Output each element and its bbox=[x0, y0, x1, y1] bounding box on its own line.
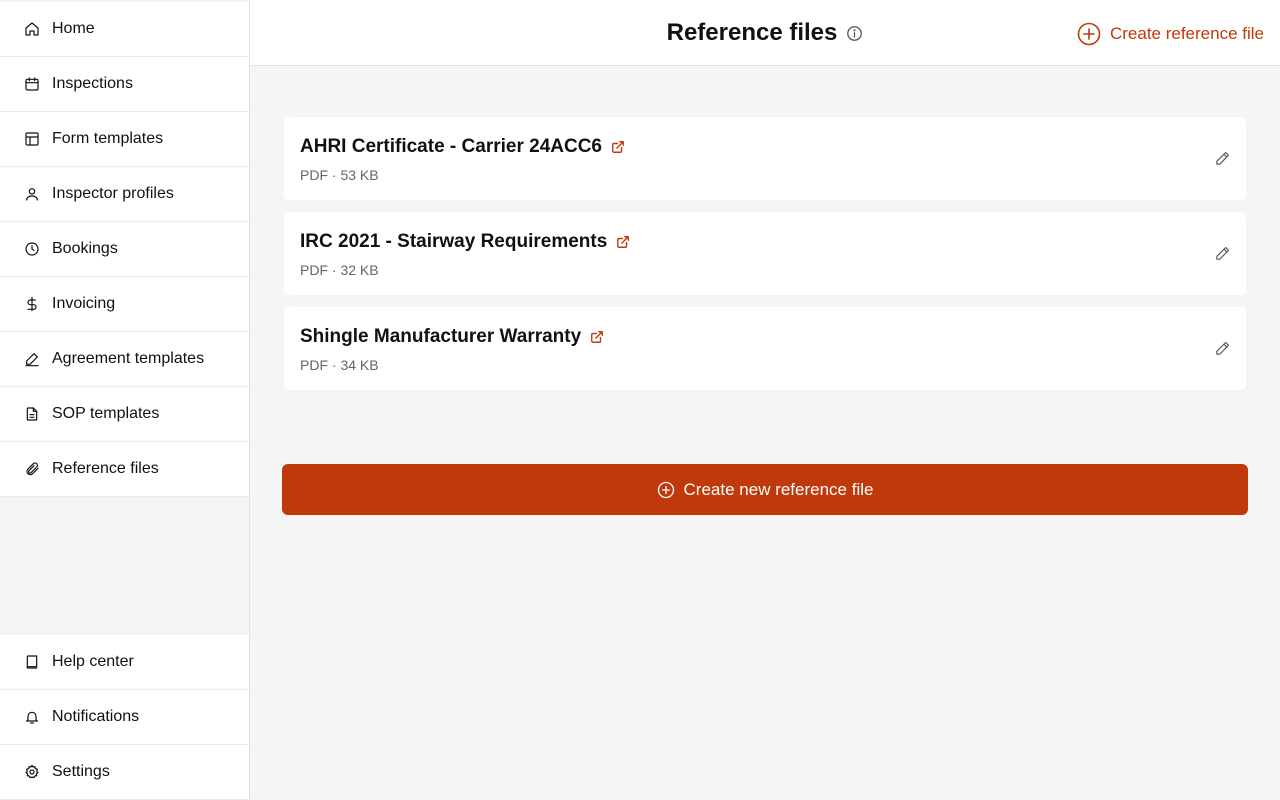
create-new-reference-file-label: Create new reference file bbox=[683, 479, 874, 499]
create-new-reference-file-button[interactable]: Create new reference file bbox=[282, 464, 1248, 515]
file-name: IRC 2021 - Stairway Requirements bbox=[300, 231, 608, 252]
sidebar-item-sop-templates[interactable]: SOP templates bbox=[0, 387, 249, 442]
file-title-row: Shingle Manufacturer Warranty bbox=[300, 326, 604, 348]
file-meta: PDF · 32 KB bbox=[300, 262, 379, 278]
document-icon bbox=[24, 406, 40, 422]
external-link-icon[interactable] bbox=[611, 140, 625, 154]
pencil-icon[interactable] bbox=[1214, 150, 1231, 167]
sidebar-item-label: Inspections bbox=[52, 75, 133, 92]
page-header: Reference files Create reference file bbox=[250, 0, 1280, 66]
list-item: Shingle Manufacturer Warranty PDF · 34 K… bbox=[284, 307, 1246, 390]
main-content: AHRI Certificate - Carrier 24ACC6 PDF · … bbox=[250, 66, 1280, 800]
sidebar-item-form-templates[interactable]: Form templates bbox=[0, 112, 249, 167]
page-title: Reference files bbox=[666, 19, 838, 46]
plus-circle-icon bbox=[657, 481, 675, 499]
file-name: Shingle Manufacturer Warranty bbox=[300, 326, 582, 347]
book-icon bbox=[24, 654, 40, 670]
external-link-icon[interactable] bbox=[590, 330, 604, 344]
sidebar-item-label: Settings bbox=[52, 763, 110, 780]
sidebar-item-agreement-templates[interactable]: Agreement templates bbox=[0, 332, 249, 387]
dollar-icon bbox=[24, 296, 40, 312]
file-meta: PDF · 34 KB bbox=[300, 357, 379, 373]
info-icon[interactable] bbox=[846, 25, 863, 42]
sidebar-item-label: Reference files bbox=[52, 460, 159, 477]
sidebar-nav: Home Inspections Form templates Inspecto… bbox=[0, 2, 249, 497]
pencil-icon[interactable] bbox=[1214, 245, 1231, 262]
sidebar-item-label: Bookings bbox=[52, 240, 118, 257]
sidebar-item-reference-files[interactable]: Reference files bbox=[0, 442, 249, 497]
sidebar-item-home[interactable]: Home bbox=[0, 2, 249, 57]
sidebar-item-label: Home bbox=[52, 20, 95, 37]
sidebar-item-bookings[interactable]: Bookings bbox=[0, 222, 249, 277]
pencil-icon[interactable] bbox=[1214, 340, 1231, 357]
file-title-row: AHRI Certificate - Carrier 24ACC6 bbox=[300, 136, 625, 158]
reference-file-list: AHRI Certificate - Carrier 24ACC6 PDF · … bbox=[284, 117, 1246, 402]
file-meta: PDF · 53 KB bbox=[300, 167, 379, 183]
bell-icon bbox=[24, 709, 40, 725]
file-title-row: IRC 2021 - Stairway Requirements bbox=[300, 231, 630, 253]
sidebar-bottom-nav: Help center Notifications Settings bbox=[0, 635, 249, 800]
plus-circle-icon bbox=[1077, 22, 1101, 46]
sidebar-item-inspections[interactable]: Inspections bbox=[0, 57, 249, 112]
gear-icon bbox=[24, 764, 40, 780]
external-link-icon[interactable] bbox=[616, 235, 630, 249]
sidebar-item-label: Notifications bbox=[52, 708, 140, 725]
home-icon bbox=[24, 21, 40, 37]
paperclip-icon bbox=[24, 461, 40, 477]
file-name: AHRI Certificate - Carrier 24ACC6 bbox=[300, 136, 602, 157]
sidebar-item-invoicing[interactable]: Invoicing bbox=[0, 277, 249, 332]
sidebar-item-inspector-profiles[interactable]: Inspector profiles bbox=[0, 167, 249, 222]
sidebar-item-label: Agreement templates bbox=[52, 350, 205, 367]
create-reference-file-label: Create reference file bbox=[1109, 24, 1264, 43]
sidebar-item-label: SOP templates bbox=[52, 405, 160, 422]
layout-icon bbox=[24, 131, 40, 147]
clock-icon bbox=[24, 241, 40, 257]
sidebar-item-notifications[interactable]: Notifications bbox=[0, 690, 249, 745]
list-item: AHRI Certificate - Carrier 24ACC6 PDF · … bbox=[284, 117, 1246, 200]
list-item: IRC 2021 - Stairway Requirements PDF · 3… bbox=[284, 212, 1246, 295]
signature-icon bbox=[24, 351, 40, 367]
sidebar-item-label: Help center bbox=[52, 653, 134, 670]
sidebar-item-label: Invoicing bbox=[52, 295, 116, 312]
sidebar-item-label: Form templates bbox=[52, 130, 164, 147]
sidebar-item-settings[interactable]: Settings bbox=[0, 745, 249, 800]
sidebar-item-label: Inspector profiles bbox=[52, 185, 174, 202]
create-reference-file-link[interactable]: Create reference file bbox=[1077, 21, 1264, 47]
user-icon bbox=[24, 186, 40, 202]
sidebar: Home Inspections Form templates Inspecto… bbox=[0, 0, 250, 800]
calendar-icon bbox=[24, 76, 40, 92]
sidebar-item-help-center[interactable]: Help center bbox=[0, 635, 249, 690]
